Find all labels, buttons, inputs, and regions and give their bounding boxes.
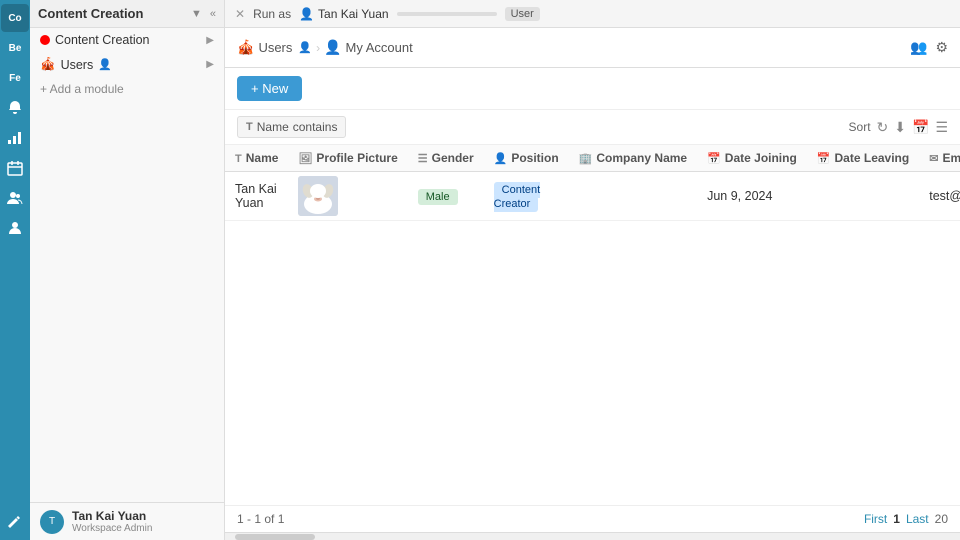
avatar: T	[40, 510, 64, 534]
settings-icon[interactable]: ⚙	[935, 39, 948, 56]
filter-operator: contains	[293, 120, 338, 134]
col-name: TName	[225, 145, 288, 172]
col-date-leaving: 📅Date Leaving	[807, 145, 919, 172]
person-icon[interactable]	[1, 214, 29, 242]
top-bar: ✕ Run as 👤 Tan Kai Yuan User	[225, 0, 960, 28]
breadcrumb-my-account[interactable]: 👤 My Account	[324, 39, 413, 56]
sort-label: Sort	[849, 120, 871, 134]
add-module-label: + Add a module	[40, 82, 124, 96]
page-size: 20	[935, 512, 948, 526]
col-date-joining: 📅Date Joining	[697, 145, 807, 172]
sidebar-item-arrow-icon: ▶	[206, 35, 214, 46]
profile-picture	[298, 176, 338, 216]
share-icon[interactable]: 👥	[910, 39, 927, 56]
table-row[interactable]: Tan Kai Yuan	[225, 172, 960, 221]
cell-date-leaving	[807, 172, 919, 221]
sidebar-header: Content Creation ▼ «	[30, 0, 224, 28]
sidebar: Content Creation ▼ « Content Creation ▶ …	[30, 0, 225, 540]
breadcrumb-users-person-icon: 👤	[298, 41, 312, 54]
main-content: ✕ Run as 👤 Tan Kai Yuan User 🎪 Users 👤 ›…	[225, 0, 960, 540]
filter-chip[interactable]: T Name contains	[237, 116, 346, 138]
chart-icon[interactable]	[1, 124, 29, 152]
sidebar-collapse-button[interactable]: «	[210, 8, 216, 20]
icon-bar-bottom	[1, 508, 29, 540]
refresh-icon[interactable]: ↻	[877, 119, 889, 136]
cell-company-name	[569, 172, 697, 221]
download-icon[interactable]: ⬇	[894, 119, 906, 136]
cell-gender: Male	[408, 172, 484, 221]
run-as-user: 👤 Tan Kai Yuan	[299, 7, 388, 21]
pagination-bar: 1 - 1 of 1 First 1 Last 20	[225, 505, 960, 532]
progress-bar	[397, 12, 497, 16]
filter-field: Name	[257, 120, 289, 134]
sidebar-item-users-label: Users	[61, 58, 94, 72]
table-container: TName 🖼Profile Picture ☰Gender 👤Position…	[225, 145, 960, 505]
filter-bar: T Name contains Sort ↻ ⬇ 📅 ☰	[225, 110, 960, 145]
add-module-button[interactable]: + Add a module	[30, 77, 224, 101]
pagination-range: 1 - 1 of 1	[237, 512, 284, 526]
breadcrumb-account-icon: 👤	[324, 39, 341, 56]
cell-position: Content Creator	[484, 172, 569, 221]
breadcrumb-users-icon: 🎪	[237, 39, 254, 56]
footer-user-role: Workspace Admin	[72, 523, 152, 534]
bell-icon[interactable]	[1, 94, 29, 122]
scrollbar-thumb[interactable]	[235, 534, 315, 540]
cell-date-joining: Jun 9, 2024	[697, 172, 807, 221]
run-as-person-icon: 👤	[299, 7, 314, 21]
col-position: 👤Position	[484, 145, 569, 172]
icon-bar-be[interactable]: Be	[1, 34, 29, 62]
users-person-icon: 👤	[98, 58, 112, 71]
breadcrumb-my-account-label: My Account	[346, 40, 413, 55]
table-header-row: TName 🖼Profile Picture ☰Gender 👤Position…	[225, 145, 960, 172]
first-page-button[interactable]: First	[864, 512, 887, 526]
users-group-icon[interactable]	[1, 184, 29, 212]
users-icon-emoji: 🎪	[40, 57, 56, 72]
page-info: First 1 Last 20	[864, 512, 948, 526]
sidebar-item-users[interactable]: 🎪 Users 👤 ▶	[30, 52, 224, 77]
sidebar-footer: T Tan Kai Yuan Workspace Admin	[30, 502, 224, 540]
icon-bar-app[interactable]: Co	[1, 4, 29, 32]
breadcrumb-users-label: Users	[258, 40, 292, 55]
sidebar-title: Content Creation	[38, 6, 191, 21]
footer-user-info: Tan Kai Yuan Workspace Admin	[72, 509, 152, 534]
icon-bar: Co Be Fe	[0, 0, 30, 540]
col-profile-picture: 🖼Profile Picture	[288, 145, 407, 172]
col-email: ✉Email	[919, 145, 960, 172]
col-company-name: 🏢Company Name	[569, 145, 697, 172]
cell-email: test@mail.com	[919, 172, 960, 221]
content-creation-dot-icon	[40, 35, 50, 45]
horizontal-scrollbar[interactable]	[225, 532, 960, 540]
col-gender: ☰Gender	[408, 145, 484, 172]
current-page: 1	[893, 512, 900, 526]
position-badge: Content Creator	[494, 182, 541, 212]
calendar-icon[interactable]	[1, 154, 29, 182]
last-page-button[interactable]: Last	[906, 512, 929, 526]
sidebar-item-users-arrow-icon: ▶	[206, 59, 214, 70]
header-actions: 👥 ⚙	[910, 39, 948, 56]
close-button[interactable]: ✕	[235, 7, 245, 21]
sidebar-item-content-creation-label: Content Creation	[55, 33, 150, 47]
footer-user-name: Tan Kai Yuan	[72, 509, 152, 523]
run-as-label: Run as	[253, 7, 291, 21]
toolbar: + New	[225, 68, 960, 110]
list-view-icon[interactable]: ☰	[935, 119, 948, 136]
filter-type-icon: T	[246, 121, 253, 133]
gender-badge: Male	[418, 189, 458, 205]
calendar-view-icon[interactable]: 📅	[912, 119, 929, 136]
run-as-user-name: Tan Kai Yuan	[318, 7, 389, 21]
sort-bar: Sort ↻ ⬇ 📅 ☰	[849, 119, 948, 136]
cell-profile-picture	[288, 172, 407, 221]
breadcrumb: 🎪 Users 👤 › 👤 My Account 👥 ⚙	[225, 28, 960, 68]
sidebar-item-content-creation[interactable]: Content Creation ▶	[30, 28, 224, 52]
tools-icon[interactable]	[1, 508, 29, 536]
data-table: TName 🖼Profile Picture ☰Gender 👤Position…	[225, 145, 960, 221]
breadcrumb-separator: ›	[316, 41, 320, 55]
cell-name: Tan Kai Yuan	[225, 172, 288, 221]
breadcrumb-users[interactable]: 🎪 Users 👤	[237, 39, 312, 56]
user-badge: User	[505, 7, 540, 21]
new-button[interactable]: + New	[237, 76, 302, 101]
icon-bar-fe[interactable]: Fe	[1, 64, 29, 92]
